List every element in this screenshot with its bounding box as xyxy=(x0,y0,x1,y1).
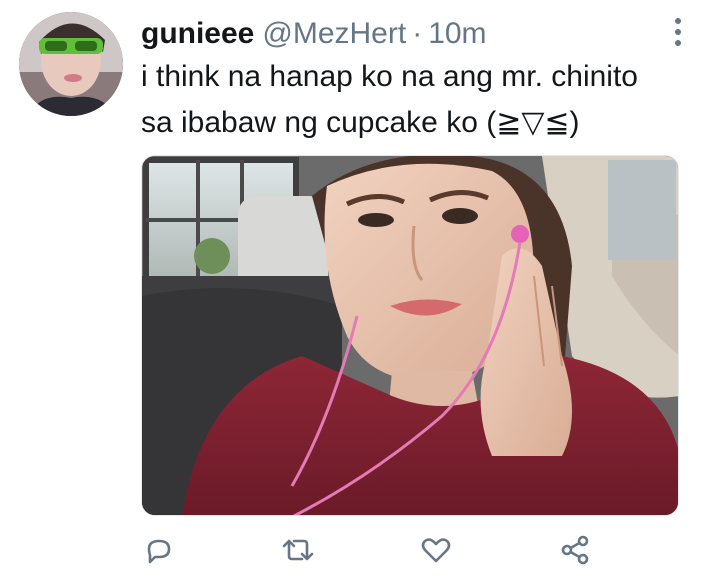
share-icon[interactable] xyxy=(553,528,597,572)
more-vertical-icon[interactable] xyxy=(668,16,688,48)
avatar-photo xyxy=(19,12,123,116)
author-handle[interactable]: @MezHert xyxy=(262,14,406,54)
tweet-text: i think na hanap ko na ang mr. chinito s… xyxy=(141,54,701,146)
avatar[interactable] xyxy=(19,12,123,116)
separator-dot: · xyxy=(412,17,423,50)
tweet-text-line: sa ibabaw ng cupcake ko (≧▽≦) xyxy=(141,106,580,139)
more-dot xyxy=(675,18,681,24)
tweet-text-line: i think na hanap ko na ang mr. chinito xyxy=(141,60,638,93)
more-dot xyxy=(675,40,681,46)
timestamp[interactable]: 10m xyxy=(428,14,486,54)
tweet-photo[interactable] xyxy=(141,155,679,516)
tweet: gunieee @MezHert · 10m i think na hanap … xyxy=(0,0,720,584)
tweet-header: gunieee @MezHert · 10m xyxy=(141,14,487,54)
more-dot xyxy=(675,29,681,35)
retweet-icon[interactable] xyxy=(276,528,320,572)
heart-icon[interactable] xyxy=(414,528,458,572)
photo-illustration xyxy=(142,156,678,515)
tweet-actions xyxy=(0,528,720,572)
reply-icon[interactable] xyxy=(137,528,181,572)
author-name[interactable]: gunieee xyxy=(141,14,254,54)
